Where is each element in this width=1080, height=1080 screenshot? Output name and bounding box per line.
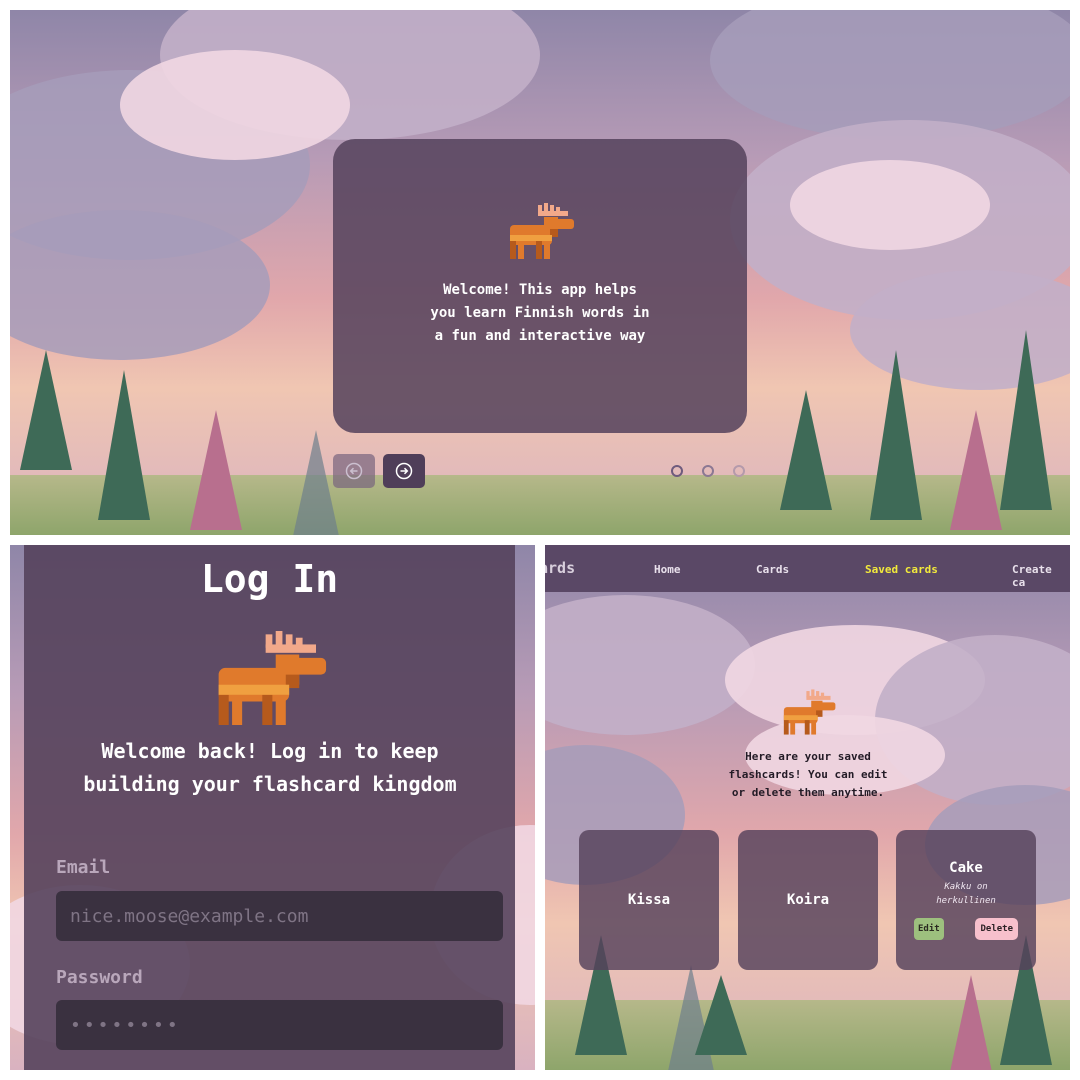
moose-icon bbox=[783, 689, 836, 735]
delete-button[interactable]: Delete bbox=[975, 918, 1018, 940]
flashcard-word: Cake bbox=[949, 860, 983, 876]
top-navbar: ards Home Cards Saved cards Create ca bbox=[545, 545, 1070, 592]
login-card: Log In Welcome back! Log in to keep buil… bbox=[24, 545, 515, 1070]
nav-link-create-card[interactable]: Create ca bbox=[1012, 563, 1070, 589]
nav-link-saved-cards[interactable]: Saved cards bbox=[865, 563, 938, 576]
email-label: Email bbox=[56, 857, 111, 878]
slide-dot-2[interactable] bbox=[702, 465, 714, 477]
password-field[interactable] bbox=[56, 1000, 503, 1050]
login-panel: Log In Welcome back! Log in to keep buil… bbox=[10, 545, 535, 1070]
flashcard-word: Koira bbox=[786, 892, 830, 908]
previous-slide-button[interactable] bbox=[333, 454, 375, 488]
flashcard-actions: Edit Delete bbox=[914, 918, 1018, 940]
slide-dot-1[interactable] bbox=[671, 465, 683, 477]
nav-link-cards[interactable]: Cards bbox=[756, 563, 789, 576]
saved-cards-intro: Here are your saved flashcards! You can … bbox=[728, 750, 888, 799]
edit-button[interactable]: Edit bbox=[914, 918, 944, 940]
arrow-right-circle-icon bbox=[395, 462, 413, 480]
password-label: Password bbox=[56, 967, 143, 988]
flashcard[interactable]: Koira bbox=[738, 830, 878, 970]
saved-cards-panel: ards Home Cards Saved cards Create ca He… bbox=[545, 545, 1070, 1070]
nav-link-home[interactable]: Home bbox=[654, 563, 681, 576]
login-welcome-message: Welcome back! Log in to keep building yo… bbox=[83, 739, 457, 796]
flashcard-word: Kissa bbox=[627, 892, 671, 908]
next-slide-button[interactable] bbox=[383, 454, 425, 488]
moose-icon bbox=[510, 203, 574, 259]
page-title: Log In bbox=[200, 557, 339, 601]
flashcard[interactable]: Kissa bbox=[579, 830, 719, 970]
slide-dot-3[interactable] bbox=[733, 465, 745, 477]
email-field[interactable] bbox=[56, 891, 503, 941]
flashcard[interactable]: Cake Kakku on herkullinen Edit Delete bbox=[896, 830, 1036, 970]
welcome-slideshow-panel: Welcome! This app helps you learn Finnis… bbox=[10, 10, 1070, 535]
background-scene bbox=[545, 545, 1070, 1070]
welcome-card: Welcome! This app helps you learn Finnis… bbox=[333, 139, 747, 433]
arrow-left-circle-icon bbox=[345, 462, 363, 480]
welcome-message: Welcome! This app helps you learn Finnis… bbox=[430, 282, 650, 344]
moose-icon bbox=[218, 631, 327, 725]
flashcard-translation: Kakku on herkullinen bbox=[936, 882, 996, 906]
app-brand[interactable]: ards bbox=[545, 559, 575, 577]
